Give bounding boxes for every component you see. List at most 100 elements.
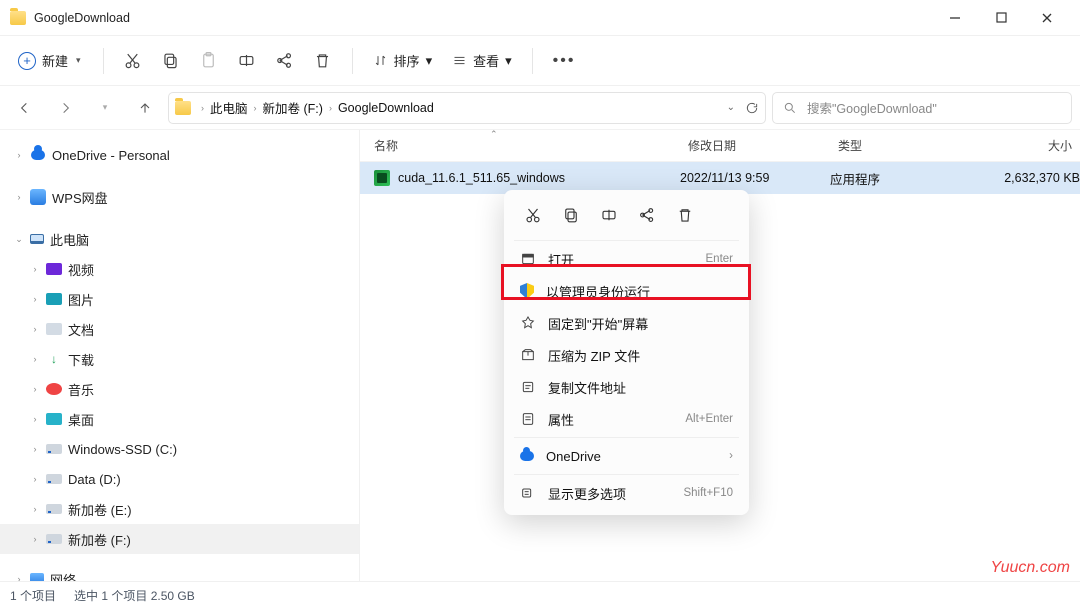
sidebar-music[interactable]: › 音乐 (0, 374, 359, 404)
crumb-thispc[interactable]: 此电脑 (210, 98, 248, 117)
refresh-icon[interactable] (745, 101, 759, 115)
search-icon (783, 101, 797, 115)
status-count: 1 个项目 (10, 587, 56, 604)
chevron-right-icon[interactable]: › (30, 384, 40, 394)
sidebar-downloads[interactable]: › ↓ 下载 (0, 344, 359, 374)
chevron-down-icon[interactable]: ⌄ (727, 102, 735, 113)
sidebar-label: 新加卷 (F:) (68, 530, 131, 549)
ctx-pin-start[interactable]: 固定到"开始"屏幕 (510, 307, 743, 339)
file-type: 应用程序 (830, 169, 960, 188)
ctx-delete-button[interactable] (668, 200, 702, 230)
sidebar-wps[interactable]: › WPS网盘 (0, 182, 359, 212)
toolbar: + 新建 ▾ 排序 ▾ 查看 ▾ ••• (0, 36, 1080, 86)
col-type[interactable]: 类型 (830, 137, 960, 154)
sidebar-label: Data (D:) (68, 472, 121, 487)
ctx-label: OneDrive (546, 449, 601, 464)
chevron-right-icon[interactable]: › (30, 294, 40, 304)
maximize-button[interactable] (978, 3, 1024, 33)
ctx-rename-button[interactable] (592, 200, 626, 230)
sidebar-label: 视频 (68, 260, 94, 279)
chevron-down-icon[interactable]: ⌄ (14, 234, 24, 245)
delete-button[interactable] (306, 43, 340, 79)
exe-icon (374, 170, 390, 186)
sidebar-thispc[interactable]: ⌄ 此电脑 (0, 224, 359, 254)
crumb-drive[interactable]: 新加卷 (F:) (263, 98, 323, 117)
chevron-right-icon[interactable]: › (30, 504, 40, 514)
sort-button[interactable]: 排序 ▾ (365, 51, 441, 70)
chevron-right-icon[interactable]: › (14, 192, 24, 202)
share-button[interactable] (268, 43, 302, 79)
sidebar-drive-c[interactable]: › Windows-SSD (C:) (0, 434, 359, 464)
ctx-onedrive[interactable]: OneDrive › (510, 440, 743, 472)
ctx-copy-path[interactable]: 复制文件地址 (510, 371, 743, 403)
column-header[interactable]: ⌃ 名称 修改日期 类型 大小 (360, 130, 1080, 162)
sidebar-drive-e[interactable]: › 新加卷 (E:) (0, 494, 359, 524)
folder-icon (10, 11, 26, 25)
status-selection: 选中 1 个项目 2.50 GB (74, 587, 195, 604)
ctx-zip[interactable]: 压缩为 ZIP 文件 (510, 339, 743, 371)
sidebar: › OneDrive - Personal › WPS网盘 ⌄ 此电脑 › 视频… (0, 130, 360, 581)
chevron-right-icon: › (729, 450, 733, 462)
window-controls (932, 3, 1070, 33)
sidebar-video[interactable]: › 视频 (0, 254, 359, 284)
col-size[interactable]: 大小 (960, 137, 1080, 154)
chevron-right-icon[interactable]: › (14, 150, 24, 160)
view-button[interactable]: 查看 ▾ (444, 51, 520, 70)
onedrive-icon (30, 147, 46, 163)
crumb-folder[interactable]: GoogleDownload (338, 101, 434, 115)
sidebar-label: 网络 (50, 570, 76, 582)
chevron-right-icon[interactable]: › (30, 324, 40, 334)
drive-icon (46, 534, 62, 544)
ctx-cut-button[interactable] (516, 200, 550, 230)
sidebar-desktop[interactable]: › 桌面 (0, 404, 359, 434)
plus-icon: + (18, 52, 36, 70)
search-box[interactable]: 搜索"GoogleDownload" (772, 92, 1072, 124)
chevron-right-icon[interactable]: › (30, 444, 40, 454)
recent-button[interactable]: ▾ (88, 91, 122, 125)
rename-button[interactable] (230, 43, 264, 79)
drive-icon (46, 474, 62, 484)
properties-icon (520, 411, 536, 427)
minimize-button[interactable] (932, 3, 978, 33)
sidebar-drive-d[interactable]: › Data (D:) (0, 464, 359, 494)
up-button[interactable] (128, 91, 162, 125)
sidebar-documents[interactable]: › 文档 (0, 314, 359, 344)
sidebar-onedrive[interactable]: › OneDrive - Personal (0, 140, 359, 170)
col-date[interactable]: 修改日期 (680, 137, 830, 154)
drive-icon (46, 504, 62, 514)
copy-button[interactable] (154, 43, 188, 79)
path-icon (520, 379, 536, 395)
chevron-right-icon[interactable]: › (14, 574, 24, 581)
paste-button[interactable] (192, 43, 226, 79)
more-button[interactable]: ••• (545, 52, 584, 70)
pin-icon (520, 315, 536, 331)
chevron-right-icon[interactable]: › (30, 474, 40, 484)
ctx-label: 属性 (548, 410, 574, 429)
ctx-more[interactable]: 显示更多选项 Shift+F10 (510, 477, 743, 509)
chevron-right-icon[interactable]: › (30, 534, 40, 544)
new-button[interactable]: + 新建 ▾ (8, 45, 91, 76)
sidebar-label: 新加卷 (E:) (68, 500, 132, 519)
address-bar[interactable]: › 此电脑 › 新加卷 (F:) › GoogleDownload ⌄ (168, 92, 766, 124)
context-menu: 打开 Enter 以管理员身份运行 固定到"开始"屏幕 压缩为 ZIP 文件 复… (504, 190, 749, 515)
forward-button[interactable] (48, 91, 82, 125)
ctx-share-button[interactable] (630, 200, 664, 230)
folder-icon (175, 101, 191, 115)
more-icon (520, 485, 536, 501)
close-button[interactable] (1024, 3, 1070, 33)
network-icon (30, 573, 44, 581)
sidebar-network[interactable]: › 网络 (0, 564, 359, 581)
chevron-right-icon[interactable]: › (30, 264, 40, 274)
chevron-right-icon[interactable]: › (30, 354, 40, 364)
ctx-label: 固定到"开始"屏幕 (548, 314, 648, 333)
chevron-right-icon[interactable]: › (30, 414, 40, 424)
sidebar-pictures[interactable]: › 图片 (0, 284, 359, 314)
ctx-copy-button[interactable] (554, 200, 588, 230)
cut-button[interactable] (116, 43, 150, 79)
sidebar-label: 音乐 (68, 380, 94, 399)
context-quick-actions (510, 196, 743, 238)
back-button[interactable] (8, 91, 42, 125)
col-name[interactable]: 名称 (360, 137, 680, 154)
sidebar-drive-f[interactable]: › 新加卷 (F:) (0, 524, 359, 554)
ctx-properties[interactable]: 属性 Alt+Enter (510, 403, 743, 435)
